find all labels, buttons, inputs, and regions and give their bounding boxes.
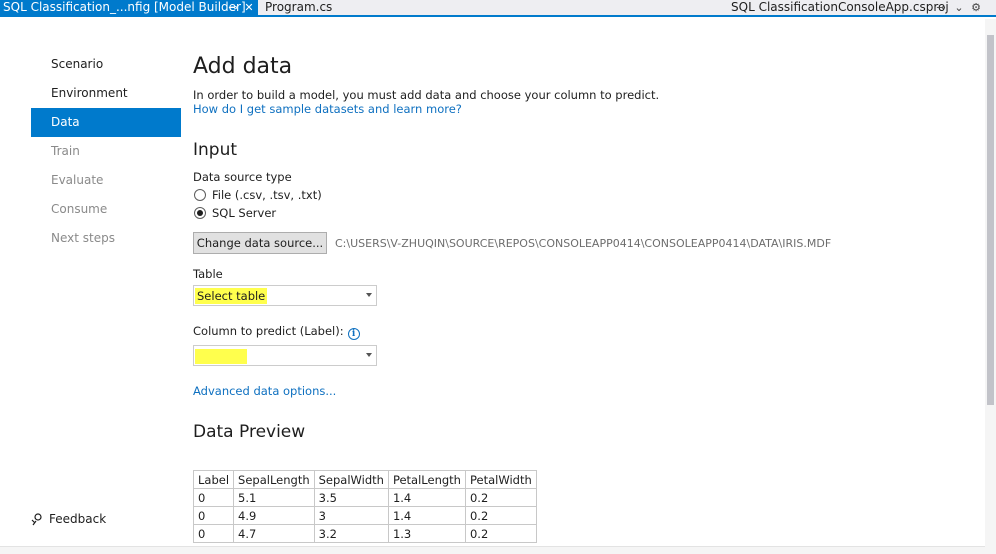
info-icon[interactable]: i — [347, 328, 360, 340]
table-cell: 0.2 — [464, 524, 537, 543]
column-header: SepalWidth — [313, 470, 389, 489]
nav-item-train: Train — [51, 144, 80, 158]
nav-item-next-steps: Next steps — [51, 231, 115, 245]
table-header-row: Label SepalLength SepalWidth PetalLength… — [192, 470, 537, 489]
feedback-link[interactable]: Feedback — [30, 510, 106, 528]
data-source-type-label: Data source type — [193, 170, 292, 184]
table-cell: 1.4 — [387, 488, 466, 507]
table-cell: 0 — [192, 506, 235, 525]
nav-item-evaluate: Evaluate — [51, 173, 104, 187]
horizontal-scrollbar[interactable] — [0, 546, 985, 554]
table-select[interactable]: Select table — [193, 285, 377, 306]
source-option-sql-server[interactable]: SQL Server — [194, 205, 276, 221]
table-cell: 0 — [192, 488, 235, 507]
sql-server-radio-label: SQL Server — [212, 206, 277, 220]
table-cell: 3 — [313, 506, 389, 525]
column-header: PetalWidth — [464, 470, 537, 489]
change-data-source-button[interactable]: Change data source... — [193, 232, 327, 254]
column-header: Label — [192, 470, 235, 489]
step-navigation: Scenario Environment Data Train Evaluate… — [31, 50, 181, 253]
nav-item-consume: Consume — [51, 202, 108, 216]
table-row: 0 4.9 3 1.4 0.2 — [192, 506, 537, 525]
label-column-label: Column to predict (Label): i — [193, 324, 360, 340]
column-header: PetalLength — [387, 470, 466, 489]
column-header: SepalLength — [233, 470, 315, 489]
label-column-select[interactable] — [193, 345, 377, 366]
nav-item-environment[interactable]: Environment — [31, 79, 181, 108]
data-preview-heading: Data Preview — [193, 422, 306, 442]
label-column-value — [195, 348, 199, 364]
highlight-mark — [195, 349, 247, 364]
table-cell: 4.9 — [233, 506, 315, 525]
feedback-icon — [31, 513, 42, 526]
table-cell: 0.2 — [464, 488, 537, 507]
page-description: In order to build a model, you must add … — [193, 88, 660, 102]
data-preview-table: Label SepalLength SepalWidth PetalLength… — [192, 470, 537, 543]
sql-server-radio[interactable] — [194, 207, 206, 219]
data-source-path: C:\USERS\V-ZHUQIN\SOURCE\REPOS\CONSOLEAP… — [335, 237, 832, 250]
table-select-value: Select table — [195, 288, 268, 304]
dropdown-icon — [366, 353, 372, 357]
page-title: Add data — [193, 54, 293, 79]
dropdown-icon — [366, 293, 372, 297]
feedback-label: Feedback — [49, 512, 107, 526]
table-cell: 4.7 — [233, 524, 315, 543]
table-cell: 5.1 — [233, 488, 315, 507]
nav-item-data[interactable]: Data — [31, 108, 181, 137]
table-cell: 1.4 — [387, 506, 466, 525]
advanced-data-options-link[interactable]: Advanced data options... — [193, 384, 336, 398]
scrollbar-thumb[interactable] — [987, 35, 994, 405]
vertical-scrollbar[interactable] — [985, 19, 996, 554]
table-row: 0 4.7 3.2 1.3 0.2 — [192, 524, 537, 543]
table-cell: 1.3 — [387, 524, 466, 543]
file-radio-label: File (.csv, .tsv, .txt) — [212, 188, 322, 202]
table-cell: 3.5 — [313, 488, 389, 507]
source-option-file[interactable]: File (.csv, .tsv, .txt) — [194, 187, 322, 203]
main-panel: Add data In order to build a model, you … — [192, 0, 983, 554]
sample-datasets-link[interactable]: How do I get sample datasets and learn m… — [193, 102, 462, 116]
table-cell: 0 — [192, 524, 235, 543]
label-column-text: Column to predict (Label): — [193, 324, 344, 338]
table-cell: 0.2 — [464, 506, 537, 525]
input-heading: Input — [193, 140, 238, 160]
table-row: 0 5.1 3.5 1.4 0.2 — [192, 488, 537, 507]
file-radio[interactable] — [194, 189, 206, 201]
table-label: Table — [193, 267, 223, 281]
nav-item-scenario[interactable]: Scenario — [31, 50, 181, 79]
table-cell: 3.2 — [313, 524, 389, 543]
